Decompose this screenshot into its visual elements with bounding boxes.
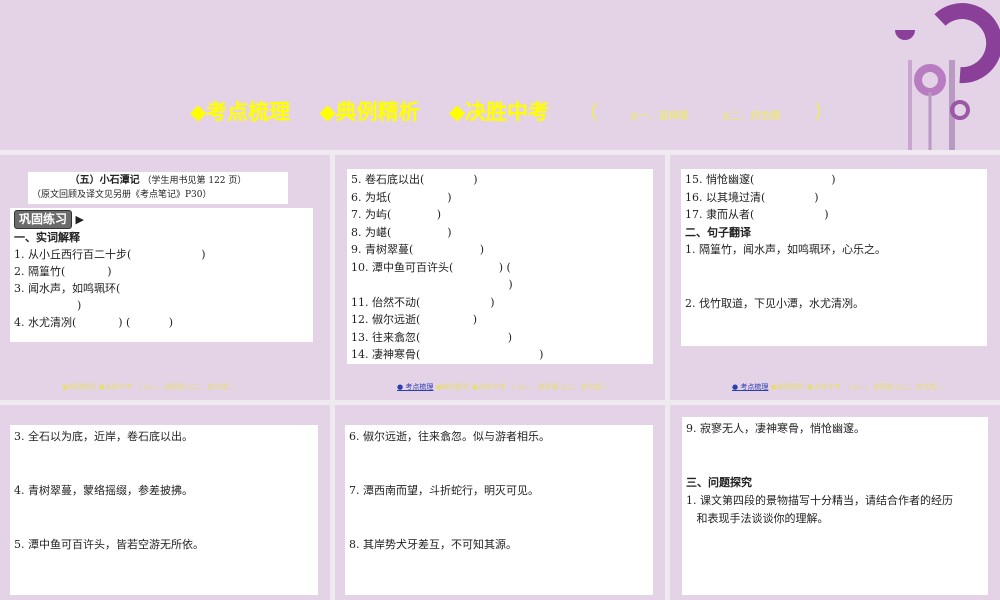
question-line: 14. 凄神寒骨( ) bbox=[351, 348, 544, 361]
question-line: 3. 闻水声，如鸣珮环( bbox=[14, 282, 121, 295]
practice-badge: 巩固练习 bbox=[14, 210, 73, 229]
question-line: 5. 潭中鱼可百许头，皆若空游无所依。 bbox=[14, 538, 204, 551]
question-line: 3. 全石以为底，近岸，卷石底以出。 bbox=[14, 430, 193, 443]
lesson-title: （五）小石潭记 bbox=[69, 175, 140, 186]
question-line: 4. 水尤清冽( ) ( ) bbox=[14, 316, 174, 329]
nav-choice[interactable]: ◎一、选择题 bbox=[630, 111, 689, 122]
question-line: 17. 隶而从者( ) bbox=[685, 208, 829, 221]
paren-open: （ bbox=[578, 100, 599, 124]
top-navigation: ◆考点梳理 ◆典例精析 ◆决胜中考 （ ◎一、选择题 ◎二、综合题 ） bbox=[190, 96, 858, 126]
exercise-box: 巩固练习 ▶ 一、实词解释 1. 从小丘西行百二十步( ) 2. 隔篁竹( ) … bbox=[10, 208, 313, 342]
question-line: 7. 潭西南而望，斗折蛇行，明灭可见。 bbox=[349, 484, 539, 497]
question-line: 6. 俶尔远逝，往来翕忽。似与游者相乐。 bbox=[349, 430, 550, 443]
question-line: 13. 往来翕忽( ) bbox=[351, 330, 512, 344]
question-line: ) bbox=[351, 278, 513, 291]
question-line: 1. 从小丘西行百二十步( ) bbox=[14, 248, 206, 261]
exercise-box: 9. 寂寥无人，凄神寒骨，悄怆幽邃。 三、问题探究 1. 课文第四段的景物描写十… bbox=[682, 417, 988, 595]
mini-nav-text: ●典例精析 ●决胜中考 （ ◎一、选择题 ◎二、综合题 ） bbox=[62, 383, 238, 391]
slide-thumb-5[interactable]: 6. 俶尔远逝，往来翕忽。似与游者相乐。 7. 潭西南而望，斗折蛇行，明灭可见。… bbox=[335, 405, 665, 600]
mini-nav-text: ●典例精析 ●决胜中考 （ ◎一、选择题 ◎二、综合题 ） bbox=[435, 383, 612, 391]
page-ref: （学生用书见第 122 页） bbox=[142, 176, 247, 186]
section-heading: 一、实词解释 bbox=[14, 231, 80, 244]
question-line: 12. 俶尔远逝( ) bbox=[351, 313, 478, 326]
slide-thumb-2[interactable]: 5. 卷石底以出( ) 6. 为坻( ) 7. 为屿( ) 8. 为嵁( ) 9… bbox=[335, 155, 665, 400]
question-line: 1. 隔篁竹，闻水声，如鸣珮环，心乐之。 bbox=[685, 243, 886, 256]
question-line: 7. 为屿( ) bbox=[351, 208, 442, 221]
mini-nav: ● 考点梳理 ●典例精析 ●决胜中考 （ ◎一、选择题 ◎二、综合题 ） bbox=[732, 382, 946, 392]
slide-thumb-3[interactable]: 15. 悄怆幽邃( ) 16. 以其境过清( ) 17. 隶而从者( ) 二、句… bbox=[670, 155, 1000, 400]
question-line: 10. 潭中鱼可百许头( ) ( bbox=[351, 260, 511, 274]
flower-decoration-icon bbox=[895, 3, 1000, 150]
question-line: 和表现手法谈谈你的理解。 bbox=[686, 512, 829, 525]
question-line: 11. 佁然不动( ) bbox=[351, 295, 495, 309]
nav-juesheng[interactable]: ◆决胜中考 bbox=[449, 100, 549, 124]
play-icon: ▶ bbox=[75, 213, 84, 226]
section-heading: 二、句子翻译 bbox=[685, 225, 751, 239]
slide-thumb-6[interactable]: 9. 寂寥无人，凄神寒骨，悄怆幽邃。 三、问题探究 1. 课文第四段的景物描写十… bbox=[670, 405, 1000, 600]
nav-kaodian[interactable]: ◆考点梳理 bbox=[190, 100, 290, 124]
question-line: 1. 课文第四段的景物描写十分精当，请结合作者的经历 bbox=[686, 494, 953, 507]
question-line: 9. 青树翠蔓( ) bbox=[351, 243, 485, 256]
main-slide-header: ◆考点梳理 ◆典例精析 ◆决胜中考 （ ◎一、选择题 ◎二、综合题 ） bbox=[0, 0, 1000, 150]
question-line: 5. 卷石底以出( ) bbox=[351, 173, 478, 186]
note: （原文回顾及译文见另册《考点笔记》P30） bbox=[32, 190, 212, 200]
exercise-box: 5. 卷石底以出( ) 6. 为坻( ) 7. 为屿( ) 8. 为嵁( ) 9… bbox=[347, 169, 653, 364]
exercise-box: 15. 悄怆幽邃( ) 16. 以其境过清( ) 17. 隶而从者( ) 二、句… bbox=[681, 169, 987, 346]
question-line: 15. 悄怆幽邃( ) bbox=[685, 173, 836, 186]
question-line: 2. 隔篁竹( ) bbox=[14, 265, 112, 278]
mini-nav-text: ●典例精析 ●决胜中考 （ ◎一、选择题 ◎二、综合题 ） bbox=[770, 383, 947, 391]
question-line: 6. 为坻( ) bbox=[351, 190, 452, 204]
slide-thumb-4[interactable]: 3. 全石以为底，近岸，卷石底以出。 4. 青树翠蔓，蒙络摇缀，参差披拂。 5.… bbox=[0, 405, 330, 600]
question-line: 16. 以其境过清( ) bbox=[685, 190, 819, 204]
slide-thumb-1[interactable]: （五）小石潭记 （学生用书见第 122 页） （原文回顾及译文见另册《考点笔记》… bbox=[0, 155, 330, 400]
nav-dianli[interactable]: ◆典例精析 bbox=[319, 100, 419, 124]
question-line: 2. 伐竹取道，下见小潭，水尤清冽。 bbox=[685, 296, 864, 310]
mini-nav-active[interactable]: ● 考点梳理 bbox=[732, 383, 768, 391]
exercise-box: 3. 全石以为底，近岸，卷石底以出。 4. 青树翠蔓，蒙络摇缀，参差披拂。 5.… bbox=[10, 425, 318, 595]
section-heading: 三、问题探究 bbox=[686, 476, 752, 489]
question-line: 4. 青树翠蔓，蒙络摇缀，参差披拂。 bbox=[14, 484, 193, 497]
title-box: （五）小石潭记 （学生用书见第 122 页） （原文回顾及译文见另册《考点笔记》… bbox=[28, 172, 288, 204]
mini-nav: ●典例精析 ●决胜中考 （ ◎一、选择题 ◎二、综合题 ） bbox=[62, 382, 238, 392]
mini-nav: ● 考点梳理 ●典例精析 ●决胜中考 （ ◎一、选择题 ◎二、综合题 ） bbox=[397, 382, 611, 392]
question-line: 8. 为嵁( ) bbox=[351, 225, 452, 239]
question-line: ) bbox=[14, 299, 82, 312]
exercise-box: 6. 俶尔远逝，往来翕忽。似与游者相乐。 7. 潭西南而望，斗折蛇行，明灭可见。… bbox=[345, 425, 653, 595]
question-line: 9. 寂寥无人，凄神寒骨，悄怆幽邃。 bbox=[686, 422, 865, 435]
question-line: 8. 其岸势犬牙差互，不可知其源。 bbox=[349, 538, 517, 551]
mini-nav-active[interactable]: ● 考点梳理 bbox=[397, 383, 433, 391]
paren-close: ） bbox=[813, 100, 834, 124]
nav-comprehensive[interactable]: ◎二、综合题 bbox=[722, 111, 781, 122]
